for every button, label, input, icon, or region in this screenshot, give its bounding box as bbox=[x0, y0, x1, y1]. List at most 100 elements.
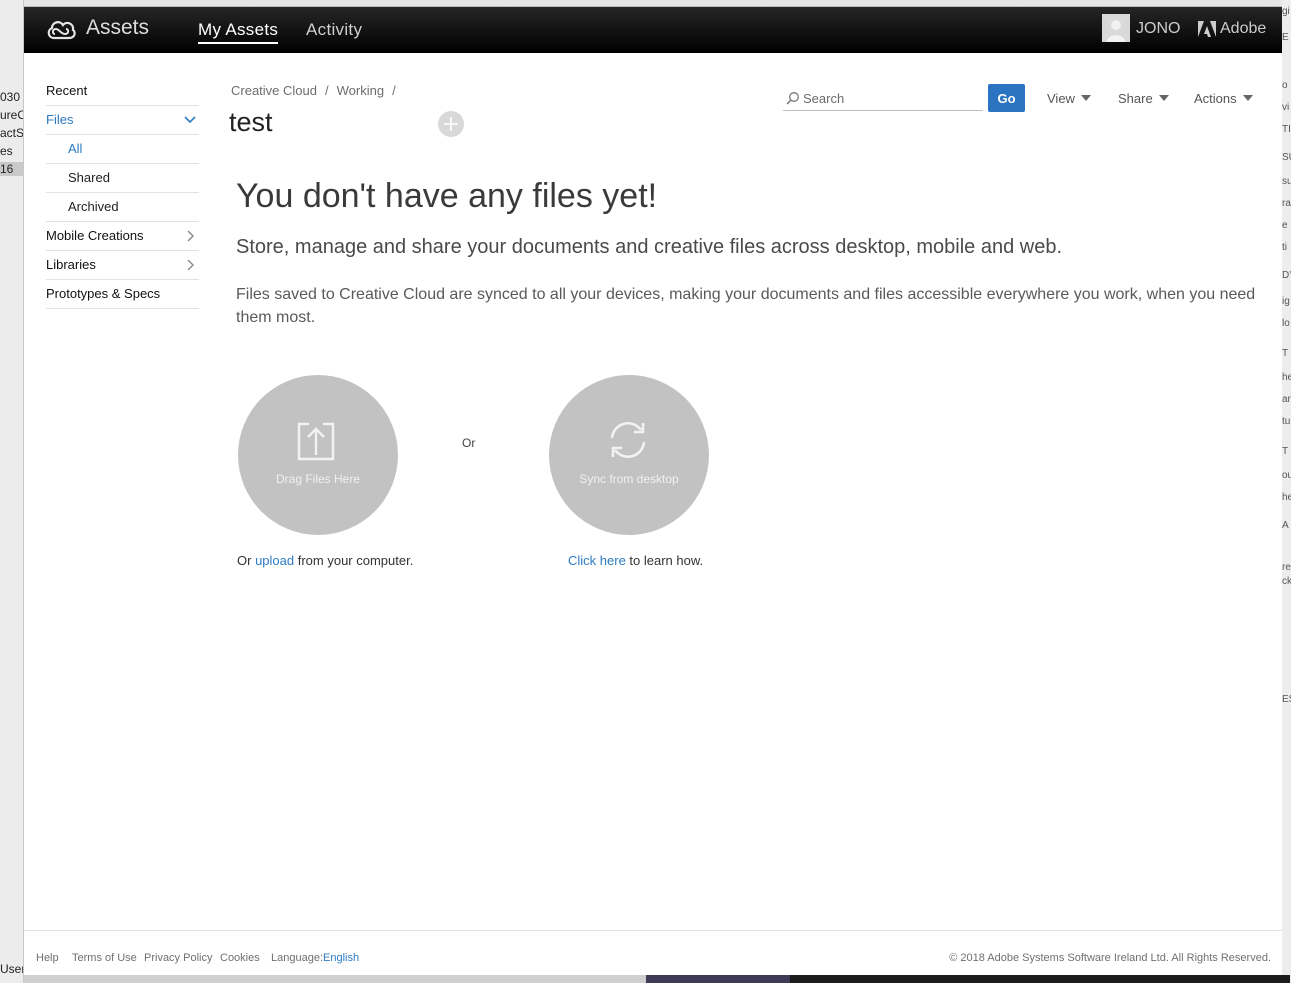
app-title[interactable]: Assets bbox=[86, 16, 149, 40]
background-text: T bbox=[1282, 446, 1289, 457]
footer-link-terms[interactable]: Terms of Use bbox=[72, 952, 137, 964]
empty-state-subhead: Store, manage and share your documents a… bbox=[236, 236, 1063, 258]
caption-text: from your computer. bbox=[294, 553, 414, 568]
sidebar-item-libraries[interactable]: Libraries bbox=[46, 251, 199, 280]
share-menu-button[interactable]: Share bbox=[1118, 91, 1169, 106]
chevron-right-icon[interactable] bbox=[184, 230, 196, 242]
background-text: D' bbox=[1282, 270, 1291, 281]
background-text: A bbox=[1282, 520, 1289, 531]
chevron-down-icon[interactable] bbox=[184, 114, 196, 126]
background-dock-segment bbox=[790, 975, 1290, 983]
search-input[interactable] bbox=[803, 87, 981, 109]
sidebar-item-label: Archived bbox=[68, 199, 119, 214]
view-menu-button[interactable]: View bbox=[1047, 91, 1091, 106]
go-button[interactable]: Go bbox=[988, 84, 1025, 112]
background-text: o bbox=[1282, 80, 1288, 91]
background-text: e bbox=[1282, 220, 1288, 231]
sidebar-item-shared[interactable]: Shared bbox=[46, 164, 199, 193]
background-dock bbox=[24, 975, 1290, 983]
browser-window: Assets My Assets Activity JONO Adobe Rec… bbox=[24, 7, 1282, 975]
avatar[interactable] bbox=[1102, 14, 1130, 42]
add-button[interactable] bbox=[438, 111, 464, 137]
empty-state-description: Files saved to Creative Cloud are synced… bbox=[236, 286, 1256, 326]
sidebar-item-label: Shared bbox=[68, 170, 110, 185]
footer-link-privacy[interactable]: Privacy Policy bbox=[144, 952, 212, 964]
or-separator: Or bbox=[462, 436, 476, 450]
view-menu-label: View bbox=[1047, 91, 1075, 106]
upload-caption: Or upload from your computer. bbox=[237, 553, 413, 568]
sync-icon bbox=[610, 421, 646, 459]
background-dock-segment bbox=[646, 975, 790, 983]
caret-down-icon bbox=[1080, 95, 1091, 101]
sidebar-item-files[interactable]: Files bbox=[46, 106, 199, 135]
sidebar-item-mobile-creations[interactable]: Mobile Creations bbox=[46, 222, 199, 251]
adobe-logo-icon[interactable] bbox=[1198, 21, 1216, 37]
background-text: actSt bbox=[0, 126, 24, 140]
background-text: ck bbox=[1282, 576, 1291, 587]
background-text: re bbox=[1282, 562, 1291, 573]
adobe-brand-label[interactable]: Adobe bbox=[1220, 20, 1266, 38]
background-text: lo bbox=[1282, 318, 1290, 329]
language-selector[interactable]: English bbox=[323, 952, 359, 964]
sidebar: Recent Files All Shared Archived Mobile … bbox=[46, 77, 199, 309]
background-text: E bbox=[1282, 32, 1289, 43]
sidebar-item-all[interactable]: All bbox=[46, 135, 199, 164]
sidebar-item-label: Mobile Creations bbox=[46, 228, 144, 243]
sync-from-desktop-label: Sync from desktop bbox=[579, 472, 679, 486]
sidebar-item-label: Libraries bbox=[46, 257, 96, 272]
background-text: SU bbox=[1282, 152, 1291, 163]
search-icon bbox=[786, 92, 799, 105]
caret-down-icon bbox=[1242, 95, 1253, 101]
background-window-top bbox=[24, 0, 1282, 7]
drag-files-label: Drag Files Here bbox=[275, 472, 361, 486]
breadcrumb-separator: / bbox=[392, 83, 396, 98]
drag-files-dropzone[interactable]: Drag Files Here bbox=[238, 375, 398, 535]
footer-link-cookies[interactable]: Cookies bbox=[220, 952, 260, 964]
footer-link-help[interactable]: Help bbox=[36, 952, 59, 964]
background-text: ureO bbox=[0, 108, 23, 122]
sidebar-item-archived[interactable]: Archived bbox=[46, 193, 199, 222]
background-text: TI bbox=[1282, 124, 1291, 135]
background-window-left: 030 ureO actSt es 16 User bbox=[0, 0, 24, 983]
sidebar-item-label: All bbox=[68, 141, 83, 156]
copyright: © 2018 Adobe Systems Software Ireland Lt… bbox=[949, 952, 1271, 964]
breadcrumb-creative-cloud[interactable]: Creative Cloud bbox=[231, 83, 317, 98]
sidebar-item-label: Recent bbox=[46, 83, 88, 98]
background-text: su bbox=[1282, 176, 1291, 187]
background-text: ou bbox=[1282, 470, 1291, 481]
background-text: ar bbox=[1282, 394, 1291, 405]
share-menu-label: Share bbox=[1118, 91, 1153, 106]
background-text: ig bbox=[1282, 296, 1290, 307]
background-text: T bbox=[1282, 348, 1289, 359]
click-here-link[interactable]: Click here bbox=[568, 553, 626, 568]
background-text: he bbox=[1282, 372, 1291, 383]
language-label: Language: bbox=[271, 952, 323, 964]
background-text: es bbox=[0, 144, 13, 158]
sidebar-item-recent[interactable]: Recent bbox=[46, 77, 199, 106]
sync-from-desktop-button[interactable]: Sync from desktop bbox=[549, 375, 709, 535]
tab-activity[interactable]: Activity bbox=[306, 20, 362, 40]
user-name[interactable]: JONO bbox=[1136, 20, 1180, 38]
background-text: 16 bbox=[0, 162, 23, 176]
sidebar-item-prototypes-specs[interactable]: Prototypes & Specs bbox=[46, 280, 199, 309]
page-title: test bbox=[229, 107, 273, 137]
empty-state-headline: You don't have any files yet! bbox=[236, 177, 658, 215]
chevron-right-icon[interactable] bbox=[184, 259, 196, 271]
upload-link[interactable]: upload bbox=[255, 553, 294, 568]
breadcrumb-separator: / bbox=[325, 83, 329, 98]
user-silhouette-icon bbox=[1107, 20, 1125, 42]
breadcrumb-working[interactable]: Working bbox=[337, 83, 384, 98]
creative-cloud-logo-icon[interactable] bbox=[46, 18, 76, 40]
background-text: ti bbox=[1282, 242, 1287, 253]
actions-menu-button[interactable]: Actions bbox=[1194, 91, 1253, 106]
sidebar-item-label: Files bbox=[46, 112, 74, 127]
sidebar-item-label: Prototypes & Specs bbox=[46, 286, 161, 301]
tab-my-assets[interactable]: My Assets bbox=[198, 20, 279, 44]
upload-icon bbox=[297, 422, 335, 461]
footer: Help Terms of Use Privacy Policy Cookies… bbox=[24, 930, 1282, 975]
plus-icon bbox=[444, 117, 458, 131]
learn-how-caption: Click here to learn how. bbox=[568, 553, 703, 568]
background-text: vi bbox=[1282, 102, 1290, 113]
background-text: 030 bbox=[0, 90, 21, 104]
search-box bbox=[783, 87, 983, 111]
